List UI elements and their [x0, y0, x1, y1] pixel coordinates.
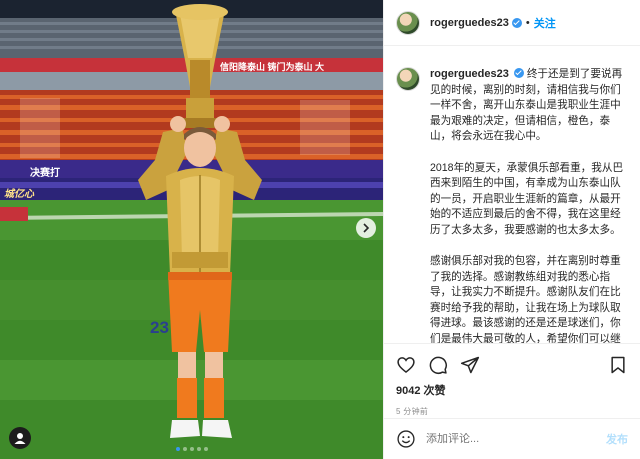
bookmark-icon[interactable] [608, 355, 628, 375]
smiley-icon[interactable] [396, 429, 416, 449]
avatar[interactable] [396, 10, 420, 35]
chevron-right-icon [363, 223, 370, 233]
carousel-dot [182, 447, 187, 451]
avatar[interactable] [396, 67, 420, 91]
tagged-users-button[interactable] [9, 427, 31, 449]
jersey-number: 23 [150, 318, 169, 337]
post-side-panel: rogerguedes23 • 关注 rogerguedes23 终于还是到了要… [383, 0, 640, 459]
verified-badge-icon [513, 68, 524, 78]
carousel-dot [175, 447, 180, 451]
ad-board-text: 决赛打 [30, 168, 60, 179]
caption-paragraph: 感谢俱乐部对我的包容，并在离别时尊重了我的选择。感谢教练组对我的悉心指导，让我实… [430, 255, 621, 343]
header-separator: • [525, 16, 530, 29]
share-icon[interactable] [460, 355, 480, 375]
carousel-next-button[interactable] [356, 218, 376, 238]
caption-paragraph: rogerguedes23 终于还是到了要说再见的时候，离别的时刻，请相信我与你… [430, 67, 628, 145]
header-username[interactable]: rogerguedes23 [430, 17, 509, 29]
carousel-dot [196, 447, 201, 451]
carousel-indicator [0, 447, 383, 451]
comment-input[interactable] [426, 433, 606, 445]
follow-button[interactable]: 关注 [534, 15, 556, 31]
stadium-banner-text: 信阳降泰山 铸门为泰山 大 [220, 62, 325, 72]
caption-username[interactable]: rogerguedes23 [430, 68, 509, 80]
likes-count[interactable]: 9042 次赞 [396, 382, 628, 398]
carousel-dot [189, 447, 194, 451]
comment-icon[interactable] [428, 355, 448, 375]
post-photo[interactable]: 信阳降泰山 铸门为泰山 大 决赛打 城亿心 23 [0, 0, 383, 459]
action-icons-row [396, 354, 628, 376]
post-caption: rogerguedes23 终于还是到了要说再见的时候，离别的时刻，请相信我与你… [430, 67, 628, 343]
post-actions: 9042 次赞 5 分钟前 [384, 343, 640, 417]
caption-scroll-area[interactable]: rogerguedes23 终于还是到了要说再见的时候，离别的时刻，请相信我与你… [384, 47, 640, 343]
post-header: rogerguedes23 • 关注 [384, 0, 640, 46]
comment-bar: 发布 [384, 418, 640, 459]
user-tag-icon [14, 433, 26, 444]
caption-paragraph: 2018年的夏天，承蒙俱乐部看重，我从巴西来到陌生的中国，有幸成为山东泰山队的一… [430, 161, 624, 236]
carousel-dot [203, 447, 208, 451]
post-timestamp[interactable]: 5 分钟前 [396, 406, 628, 417]
verified-badge-icon [511, 17, 522, 28]
ad-board-text-2: 城亿心 [4, 189, 34, 200]
post-comment-button[interactable]: 发布 [606, 431, 628, 447]
heart-icon[interactable] [396, 355, 416, 375]
